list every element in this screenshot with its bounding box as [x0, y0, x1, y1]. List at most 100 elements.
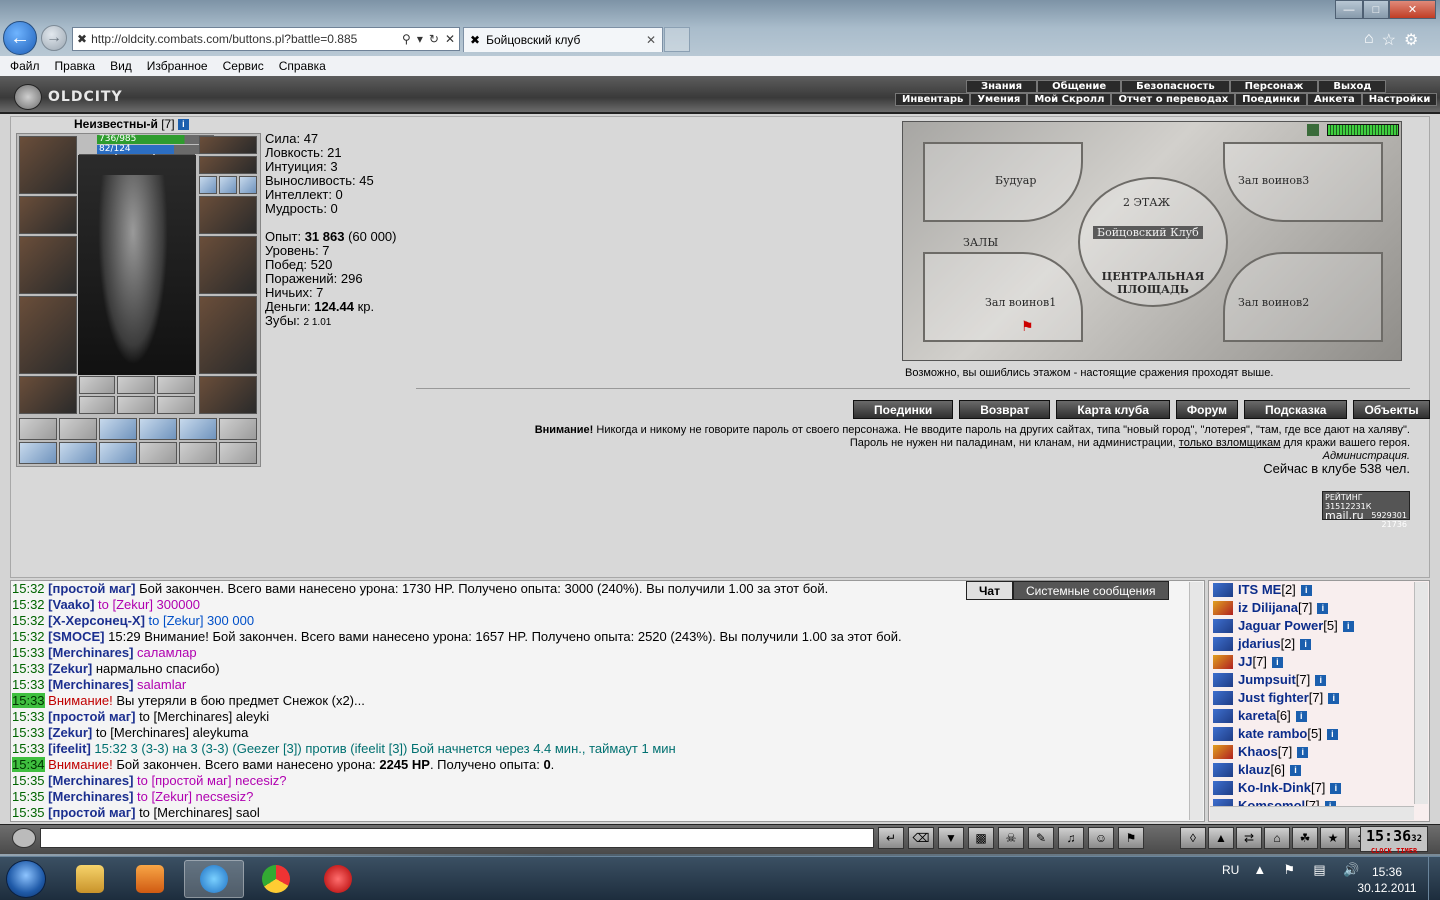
- user-list-item[interactable]: Khaos[7] i: [1209, 743, 1429, 761]
- user-info-icon[interactable]: i: [1326, 728, 1338, 740]
- map-label-hall1[interactable]: Зал воинов1: [985, 296, 1056, 309]
- user-private-icon[interactable]: [1213, 655, 1233, 669]
- user-info-icon[interactable]: i: [1271, 656, 1283, 668]
- bag-slot-5[interactable]: [117, 396, 155, 414]
- scroll-slot-9[interactable]: [99, 442, 137, 464]
- scroll-slot-2[interactable]: [59, 418, 97, 440]
- chat-mode-icon[interactable]: [12, 828, 36, 848]
- gloves-slot[interactable]: [199, 196, 257, 234]
- chevron-down-icon[interactable]: ▾: [417, 32, 423, 46]
- sub-menu-settings[interactable]: Настройки: [1361, 93, 1438, 106]
- map-label-halls[interactable]: ЗАЛЫ: [963, 236, 998, 249]
- armor-icon[interactable]: ▲: [1208, 827, 1234, 849]
- top-menu-character[interactable]: Персонаж: [1229, 80, 1319, 93]
- favorites-star-icon[interactable]: ☆: [1382, 30, 1396, 50]
- user-list-item[interactable]: ITS ME[2] i: [1209, 581, 1429, 599]
- character-avatar[interactable]: [78, 155, 196, 375]
- hint-button[interactable]: Подсказка: [1244, 400, 1348, 419]
- map-label-hall2[interactable]: Зал воинов2: [1238, 296, 1309, 309]
- user-list-item[interactable]: Jumpsuit[7] i: [1209, 671, 1429, 689]
- site-logo[interactable]: OLDCITY: [14, 84, 123, 110]
- pet-icon[interactable]: ☘: [1292, 827, 1318, 849]
- map-refresh-icon[interactable]: [1307, 124, 1319, 136]
- user-name[interactable]: Jaguar Power: [1238, 618, 1323, 633]
- user-private-icon[interactable]: [1213, 745, 1233, 759]
- opera-taskbar-button[interactable]: [308, 860, 368, 898]
- belt-slot[interactable]: [19, 376, 77, 414]
- chat-log[interactable]: 15:32 [простой маг] Бой закончен. Всего …: [10, 580, 1205, 822]
- map-label-hall3[interactable]: Зал воинов3: [1238, 174, 1309, 187]
- chat-scrollbar[interactable]: [1189, 582, 1203, 820]
- user-private-icon[interactable]: [1213, 583, 1233, 597]
- shop-icon[interactable]: ★: [1320, 827, 1346, 849]
- user-list-item[interactable]: iz Dilijana[7] i: [1209, 599, 1429, 617]
- system-clock[interactable]: 15:36 30.12.2011: [1352, 864, 1422, 896]
- character-name[interactable]: Неизвестны-й [7] i: [74, 117, 189, 131]
- ie-taskbar-button[interactable]: [184, 860, 244, 898]
- translit-icon[interactable]: ✎: [1028, 827, 1054, 849]
- filter-icon[interactable]: ▼: [938, 827, 964, 849]
- user-private-icon[interactable]: [1213, 763, 1233, 777]
- search-icon[interactable]: ⚲: [402, 32, 411, 46]
- map-label-boudoir[interactable]: Будуар: [995, 174, 1036, 187]
- user-name[interactable]: iz Dilijana: [1238, 600, 1298, 615]
- chat-nick[interactable]: [Zekur]: [48, 725, 92, 740]
- chat-nick[interactable]: [Merchinares]: [48, 645, 133, 660]
- sub-menu-inventory[interactable]: Инвентарь: [895, 93, 971, 106]
- chat-input[interactable]: [40, 828, 874, 848]
- language-indicator[interactable]: RU: [1222, 863, 1239, 877]
- user-info-icon[interactable]: i: [1315, 674, 1327, 686]
- user-private-icon[interactable]: [1213, 673, 1233, 687]
- user-private-icon[interactable]: [1213, 727, 1233, 741]
- chat-nick[interactable]: [Merchinares]: [48, 677, 133, 692]
- user-list-item[interactable]: JJ[7] i: [1209, 653, 1429, 671]
- user-list-item[interactable]: jdarius[2] i: [1209, 635, 1429, 653]
- chat-nick[interactable]: [Merchinares]: [48, 773, 133, 788]
- user-private-icon[interactable]: [1213, 601, 1233, 615]
- send-icon[interactable]: ↵: [878, 827, 904, 849]
- hackers-link[interactable]: только взломщикам: [1179, 437, 1281, 449]
- clan-icon[interactable]: ⚑: [1118, 827, 1144, 849]
- ring-slot-3[interactable]: [239, 176, 257, 194]
- stop-icon[interactable]: ✕: [445, 32, 455, 46]
- tab-active[interactable]: ✖ Бойцовский клуб ✕: [463, 27, 663, 52]
- chat-nick[interactable]: [простой маг]: [48, 709, 135, 724]
- amulet-slot[interactable]: [199, 156, 257, 174]
- tab-close-icon[interactable]: ✕: [646, 33, 656, 47]
- top-menu-security[interactable]: Безопасность: [1121, 80, 1230, 93]
- chat-nick[interactable]: [ifeelit]: [48, 741, 91, 756]
- tab-chat[interactable]: Чат: [966, 581, 1013, 600]
- close-window-button[interactable]: ✕: [1389, 0, 1436, 19]
- scroll-slot-4[interactable]: [139, 418, 177, 440]
- user-name[interactable]: jdarius: [1238, 636, 1281, 651]
- transfer-icon[interactable]: ⇄: [1236, 827, 1262, 849]
- eraser-icon[interactable]: ⌫: [908, 827, 934, 849]
- top-menu-social[interactable]: Общение: [1037, 80, 1122, 93]
- user-info-icon[interactable]: i: [1295, 710, 1307, 722]
- sub-menu-transfers[interactable]: Отчет о переводах: [1111, 93, 1236, 106]
- chat-nick[interactable]: [Zekur]: [48, 661, 92, 676]
- back-button[interactable]: ←: [3, 21, 37, 55]
- sub-menu-profile[interactable]: Анкета: [1306, 93, 1362, 106]
- bag-slot-2[interactable]: [117, 376, 155, 394]
- top-menu-exit[interactable]: Выход: [1318, 80, 1387, 93]
- forum-button[interactable]: Форум: [1175, 400, 1239, 419]
- userlist-scrollbar[interactable]: [1414, 582, 1428, 804]
- club-map[interactable]: Будуар Зал воинов3 2 ЭТАЖ Бойцовский Клу…: [902, 121, 1402, 361]
- tab-system-messages[interactable]: Системные сообщения: [1012, 581, 1169, 600]
- ring-slot-2[interactable]: [219, 176, 237, 194]
- user-info-icon[interactable]: i: [1328, 692, 1340, 704]
- user-name[interactable]: JJ: [1238, 654, 1252, 669]
- chat-nick[interactable]: [X-Херсонец-X]: [48, 613, 145, 628]
- map-label-central[interactable]: ЦЕНТРАЛЬНАЯ ПЛОЩАДЬ: [1098, 270, 1208, 296]
- sound-icon[interactable]: ♫: [1058, 827, 1084, 849]
- user-list-item[interactable]: kate rambo[5] i: [1209, 725, 1429, 743]
- scroll-slot-1[interactable]: [19, 418, 57, 440]
- pants-slot[interactable]: [199, 296, 257, 374]
- user-list-item[interactable]: kareta[6] i: [1209, 707, 1429, 725]
- user-private-icon[interactable]: [1213, 691, 1233, 705]
- network-icon[interactable]: ▤: [1313, 862, 1329, 878]
- shield-slot[interactable]: [199, 236, 257, 294]
- chat-nick[interactable]: [Merchinares]: [48, 789, 133, 804]
- menu-tools[interactable]: Сервис: [223, 59, 264, 73]
